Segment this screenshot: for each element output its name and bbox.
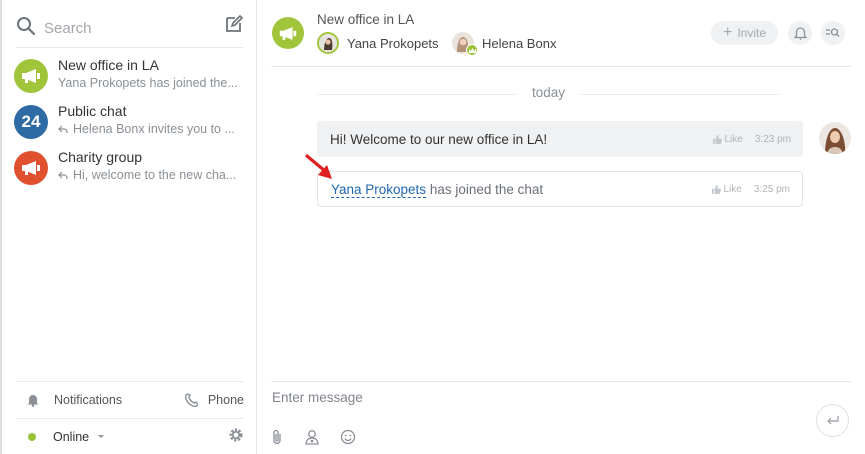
chat-item-new-office[interactable]: New office in LA Yana Prokopets has join… xyxy=(14,57,244,101)
chat-avatar xyxy=(272,17,304,49)
member-yana[interactable]: Yana Prokopets xyxy=(317,32,439,54)
phone-button[interactable]: Phone xyxy=(184,393,244,407)
chat-panel: New office in LA Yana Prokopets Helena B… xyxy=(257,0,865,454)
chat-title: New office in LA xyxy=(58,57,159,73)
24-icon: 24 xyxy=(14,105,48,139)
date-separator: today xyxy=(317,84,780,104)
online-status-dot xyxy=(28,432,36,441)
chat-subtitle: Hi, welcome to the new cha... xyxy=(73,168,237,182)
notifications-label: Notifications xyxy=(54,393,123,407)
chat-item-public-chat[interactable]: 24 Public chat Helena Bonx invites you t… xyxy=(14,103,244,147)
phone-icon xyxy=(184,393,198,407)
message-time: 3:25 pm xyxy=(753,183,790,195)
like-button[interactable]: Like xyxy=(711,183,742,195)
chat-subtitle: Helena Bonx invites you to ... xyxy=(73,122,235,136)
message-text: Hi! Welcome to our new office in LA! xyxy=(330,131,548,147)
message-bubble: Hi! Welcome to our new office in LA! Lik… xyxy=(317,121,803,157)
sidebar: New office in LA Yana Prokopets has join… xyxy=(0,0,257,454)
status-label: Online xyxy=(53,429,90,444)
notifications-button[interactable]: Notifications xyxy=(16,393,122,407)
plus-icon: + xyxy=(722,24,733,41)
crown-icon xyxy=(466,44,478,56)
invite-button[interactable]: + Invite xyxy=(711,21,778,45)
system-message: Yana Prokopets has joined the chat Like … xyxy=(317,171,803,207)
status-bar: Online xyxy=(16,418,244,454)
member-name: Yana Prokopets xyxy=(347,35,439,51)
avatar xyxy=(452,32,478,56)
chat-header: New office in LA Yana Prokopets Helena B… xyxy=(271,0,851,67)
megaphone-icon xyxy=(14,151,48,185)
avatar-text: 24 xyxy=(21,112,41,131)
invite-label: Invite xyxy=(737,26,767,40)
chat-title: Public chat xyxy=(58,103,127,119)
send-button[interactable] xyxy=(816,404,849,437)
messenger-app: New office in LA Yana Prokopets has join… xyxy=(0,0,865,454)
search-input[interactable] xyxy=(44,20,214,37)
phone-label: Phone xyxy=(207,393,244,407)
notification-bell-button[interactable] xyxy=(788,21,812,45)
thumbs-up-icon xyxy=(711,184,721,194)
search-icon[interactable] xyxy=(16,16,36,41)
like-button[interactable]: Like xyxy=(712,133,743,145)
megaphone-icon xyxy=(279,26,297,40)
mention-user-icon[interactable] xyxy=(305,429,319,450)
message-time: 3:23 pm xyxy=(754,133,791,145)
chat-item-charity-group[interactable]: Charity group Hi, welcome to the new cha… xyxy=(14,149,244,193)
date-label: today xyxy=(517,85,580,100)
chat-title: New office in LA xyxy=(317,12,415,27)
gear-icon[interactable] xyxy=(228,427,244,446)
chat-subtitle: Yana Prokopets has joined the... xyxy=(58,76,238,90)
bell-icon xyxy=(27,395,39,407)
like-label: Like xyxy=(723,183,742,195)
annotation-arrow-icon xyxy=(305,154,332,179)
avatar xyxy=(317,32,339,54)
reply-icon xyxy=(58,171,68,179)
system-message-text: has joined the chat xyxy=(429,181,544,197)
paperclip-icon[interactable] xyxy=(271,429,283,450)
chevron-down-icon xyxy=(98,435,105,438)
search-bar xyxy=(16,10,244,48)
reply-icon xyxy=(58,125,68,133)
like-label: Like xyxy=(724,133,743,145)
message-composer xyxy=(271,381,851,454)
thumbs-up-icon xyxy=(712,134,722,144)
user-link[interactable]: Yana Prokopets xyxy=(331,181,427,198)
bell-icon xyxy=(793,27,807,40)
smiley-icon[interactable] xyxy=(340,429,356,450)
member-helena[interactable]: Helena Bonx xyxy=(452,32,557,56)
chat-title: Charity group xyxy=(58,149,143,165)
compose-icon[interactable] xyxy=(224,14,244,39)
search-in-chat-button[interactable] xyxy=(821,21,845,45)
search-list-icon xyxy=(826,28,840,37)
megaphone-icon xyxy=(14,59,48,93)
message-input[interactable] xyxy=(272,390,792,405)
member-name: Helena Bonx xyxy=(482,35,557,51)
sender-avatar xyxy=(819,122,851,154)
sidebar-footer-actions: Notifications Phone xyxy=(16,381,244,418)
status-selector[interactable]: Online xyxy=(16,430,105,444)
enter-icon xyxy=(826,415,839,424)
